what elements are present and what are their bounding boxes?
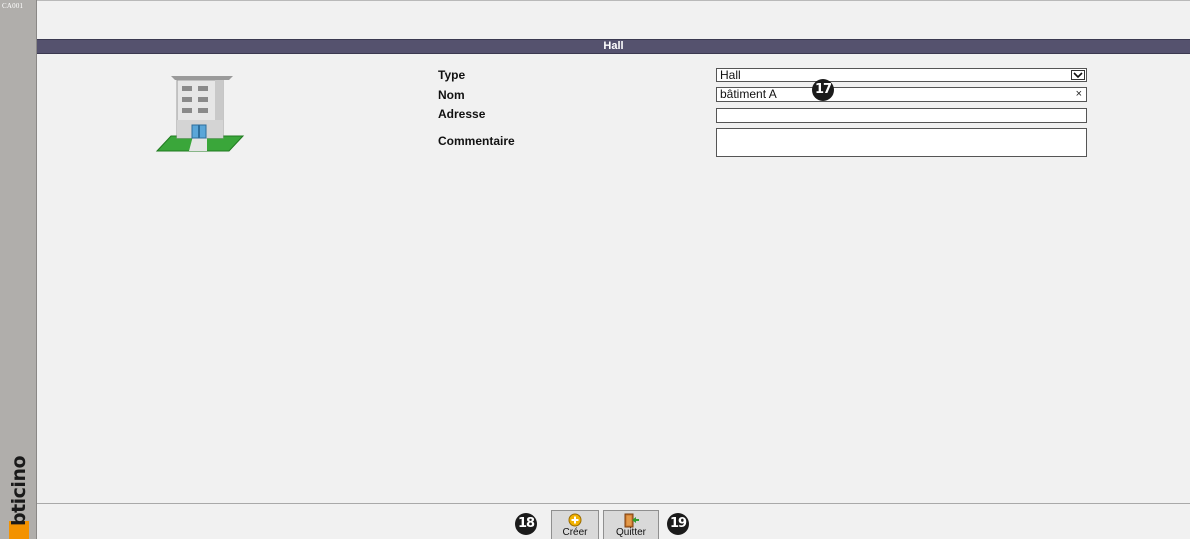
type-label: Type xyxy=(438,68,466,82)
name-input[interactable]: bâtiment A × xyxy=(716,87,1087,102)
name-label: Nom xyxy=(438,88,465,102)
top-divider xyxy=(37,0,1190,1)
close-icon[interactable]: × xyxy=(1076,88,1082,101)
address-label: Adresse xyxy=(438,107,486,121)
chevron-down-icon[interactable] xyxy=(1071,70,1085,80)
page-title: Hall xyxy=(603,40,624,52)
brand-name: bticino xyxy=(8,455,30,527)
screen-code: CA001 xyxy=(2,2,24,10)
title-bar: Hall xyxy=(37,39,1190,54)
bticino-logo: bticino xyxy=(8,441,30,539)
app-window: CA001 bticino Hall Type Nom Adresse Comm… xyxy=(0,0,1190,539)
create-button[interactable]: Créer xyxy=(551,510,599,539)
type-select[interactable]: Hall xyxy=(716,68,1087,82)
callout-marker-17: 17 xyxy=(812,79,834,101)
name-input-value: bâtiment A xyxy=(720,87,777,101)
comment-label: Commentaire xyxy=(438,134,515,148)
create-button-label: Créer xyxy=(562,527,588,538)
brand-sidebar: CA001 bticino xyxy=(0,0,37,539)
bottom-divider xyxy=(37,503,1190,504)
quit-button[interactable]: Quitter xyxy=(603,510,659,539)
comment-textarea[interactable] xyxy=(716,128,1087,157)
address-input[interactable] xyxy=(716,108,1087,123)
type-select-value: Hall xyxy=(720,68,741,82)
callout-marker-19: 19 xyxy=(667,513,689,535)
quit-button-label: Quitter xyxy=(615,527,646,538)
callout-marker-18: 18 xyxy=(515,513,537,535)
building-icon xyxy=(155,70,245,156)
